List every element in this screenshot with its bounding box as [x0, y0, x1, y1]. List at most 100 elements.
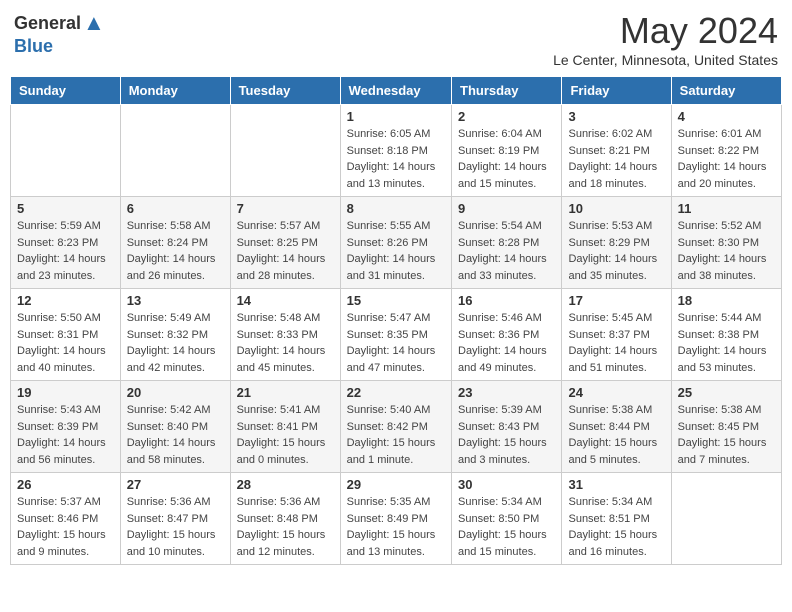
day-number: 29 [347, 477, 445, 492]
calendar-cell: 4Sunrise: 6:01 AM Sunset: 8:22 PM Daylig… [671, 105, 781, 197]
calendar-cell: 16 Sunrise: 5:46 AM Sunset: 8:36 PM Dayli… [452, 289, 562, 381]
day-info: Sunrise: 5:43 AM Sunset: 8:39 PM Dayligh… [17, 402, 114, 468]
day-number: 17 [568, 293, 664, 308]
calendar-cell: 29Sunrise: 5:35 AM Sunset: 8:49 PM Dayli… [340, 473, 451, 565]
day-number: 25 [678, 385, 775, 400]
day-number: 22 [347, 385, 445, 400]
day-info: Sunrise: 5:53 AM Sunset: 8:29 PM Dayligh… [568, 218, 664, 284]
day-info: Sunrise: 5:44 AM Sunset: 8:38 PM Dayligh… [678, 310, 775, 376]
day-info: Sunrise: 5:47 AM Sunset: 8:35 PM Dayligh… [347, 310, 445, 376]
day-info: Sunrise: 5:41 AM Sunset: 8:41 PM Dayligh… [237, 402, 334, 468]
day-number: 14 [237, 293, 334, 308]
calendar-week-row: 5 Sunrise: 5:59 AM Sunset: 8:23 PM Daylig… [11, 197, 782, 289]
calendar-cell: 21 Sunrise: 5:41 AM Sunset: 8:41 PM Dayli… [230, 381, 340, 473]
day-info: Sunrise: 5:34 AM Sunset: 8:50 PM Dayligh… [458, 494, 555, 560]
day-number: 15 [347, 293, 445, 308]
calendar-cell: 14 Sunrise: 5:48 AM Sunset: 8:33 PM Dayli… [230, 289, 340, 381]
day-number: 8 [347, 201, 445, 216]
day-info: Sunrise: 5:38 AM Sunset: 8:44 PM Dayligh… [568, 402, 664, 468]
calendar-cell: 27Sunrise: 5:36 AM Sunset: 8:47 PM Dayli… [120, 473, 230, 565]
day-of-week-header: Tuesday [230, 77, 340, 105]
calendar-cell: 17 Sunrise: 5:45 AM Sunset: 8:37 PM Dayli… [562, 289, 671, 381]
logo-general-text: General [14, 13, 81, 34]
day-number: 12 [17, 293, 114, 308]
day-info: Sunrise: 6:05 AM Sunset: 8:18 PM Dayligh… [347, 126, 445, 192]
calendar-cell: 10 Sunrise: 5:53 AM Sunset: 8:29 PM Dayli… [562, 197, 671, 289]
calendar-cell: 26 Sunrise: 5:37 AM Sunset: 8:46 PM Dayli… [11, 473, 121, 565]
day-number: 28 [237, 477, 334, 492]
day-info: Sunrise: 5:54 AM Sunset: 8:28 PM Dayligh… [458, 218, 555, 284]
day-number: 3 [568, 109, 664, 124]
calendar-cell: 8Sunrise: 5:55 AM Sunset: 8:26 PM Daylig… [340, 197, 451, 289]
day-number: 7 [237, 201, 334, 216]
calendar-cell: 9 Sunrise: 5:54 AM Sunset: 8:28 PM Daylig… [452, 197, 562, 289]
day-number: 6 [127, 201, 224, 216]
day-number: 31 [568, 477, 664, 492]
day-info: Sunrise: 5:49 AM Sunset: 8:32 PM Dayligh… [127, 310, 224, 376]
logo-bird-icon: ▲ [83, 10, 105, 36]
day-number: 16 [458, 293, 555, 308]
calendar-cell: 24 Sunrise: 5:38 AM Sunset: 8:44 PM Dayli… [562, 381, 671, 473]
day-info: Sunrise: 5:57 AM Sunset: 8:25 PM Dayligh… [237, 218, 334, 284]
calendar-cell: 15 Sunrise: 5:47 AM Sunset: 8:35 PM Dayli… [340, 289, 451, 381]
day-of-week-header: Thursday [452, 77, 562, 105]
calendar-week-row: 12 Sunrise: 5:50 AM Sunset: 8:31 PM Dayli… [11, 289, 782, 381]
day-number: 30 [458, 477, 555, 492]
day-info: Sunrise: 6:04 AM Sunset: 8:19 PM Dayligh… [458, 126, 555, 192]
calendar-cell: 19 Sunrise: 5:43 AM Sunset: 8:39 PM Dayli… [11, 381, 121, 473]
day-number: 21 [237, 385, 334, 400]
calendar-cell: 23 Sunrise: 5:39 AM Sunset: 8:43 PM Dayli… [452, 381, 562, 473]
calendar-cell: 22 Sunrise: 5:40 AM Sunset: 8:42 PM Dayli… [340, 381, 451, 473]
day-number: 9 [458, 201, 555, 216]
day-info: Sunrise: 5:50 AM Sunset: 8:31 PM Dayligh… [17, 310, 114, 376]
calendar-cell: 28Sunrise: 5:36 AM Sunset: 8:48 PM Dayli… [230, 473, 340, 565]
page-header: General ▲ Blue May 2024 Le Center, Minne… [10, 10, 782, 68]
calendar-cell: 3 Sunrise: 6:02 AM Sunset: 8:21 PM Daylig… [562, 105, 671, 197]
calendar-cell: 30 Sunrise: 5:34 AM Sunset: 8:50 PM Dayli… [452, 473, 562, 565]
day-number: 23 [458, 385, 555, 400]
day-of-week-header: Monday [120, 77, 230, 105]
day-info: Sunrise: 5:45 AM Sunset: 8:37 PM Dayligh… [568, 310, 664, 376]
day-number: 20 [127, 385, 224, 400]
day-info: Sunrise: 5:48 AM Sunset: 8:33 PM Dayligh… [237, 310, 334, 376]
calendar-week-row: 1Sunrise: 6:05 AM Sunset: 8:18 PM Daylig… [11, 105, 782, 197]
logo-blue-text: Blue [14, 36, 53, 57]
calendar-cell: 12 Sunrise: 5:50 AM Sunset: 8:31 PM Dayli… [11, 289, 121, 381]
day-of-week-header: Saturday [671, 77, 781, 105]
day-info: Sunrise: 5:46 AM Sunset: 8:36 PM Dayligh… [458, 310, 555, 376]
day-number: 2 [458, 109, 555, 124]
calendar-cell: 13 Sunrise: 5:49 AM Sunset: 8:32 PM Dayli… [120, 289, 230, 381]
day-info: Sunrise: 5:36 AM Sunset: 8:47 PM Dayligh… [127, 494, 224, 560]
day-info: Sunrise: 5:38 AM Sunset: 8:45 PM Dayligh… [678, 402, 775, 468]
location-text: Le Center, Minnesota, United States [553, 52, 778, 68]
calendar-cell: 25 Sunrise: 5:38 AM Sunset: 8:45 PM Dayli… [671, 381, 781, 473]
day-number: 10 [568, 201, 664, 216]
calendar-cell: 31 Sunrise: 5:34 AM Sunset: 8:51 PM Dayli… [562, 473, 671, 565]
day-info: Sunrise: 5:39 AM Sunset: 8:43 PM Dayligh… [458, 402, 555, 468]
day-info: Sunrise: 5:59 AM Sunset: 8:23 PM Dayligh… [17, 218, 114, 284]
day-info: Sunrise: 5:34 AM Sunset: 8:51 PM Dayligh… [568, 494, 664, 560]
day-number: 19 [17, 385, 114, 400]
calendar-cell: 1Sunrise: 6:05 AM Sunset: 8:18 PM Daylig… [340, 105, 451, 197]
day-number: 13 [127, 293, 224, 308]
day-info: Sunrise: 6:02 AM Sunset: 8:21 PM Dayligh… [568, 126, 664, 192]
day-number: 11 [678, 201, 775, 216]
calendar-header-row: SundayMondayTuesdayWednesdayThursdayFrid… [11, 77, 782, 105]
calendar-cell [120, 105, 230, 197]
day-info: Sunrise: 5:40 AM Sunset: 8:42 PM Dayligh… [347, 402, 445, 468]
day-info: Sunrise: 5:42 AM Sunset: 8:40 PM Dayligh… [127, 402, 224, 468]
day-number: 26 [17, 477, 114, 492]
day-of-week-header: Sunday [11, 77, 121, 105]
calendar-cell: 20 Sunrise: 5:42 AM Sunset: 8:40 PM Dayli… [120, 381, 230, 473]
day-number: 24 [568, 385, 664, 400]
calendar-cell: 7 Sunrise: 5:57 AM Sunset: 8:25 PM Daylig… [230, 197, 340, 289]
calendar-week-row: 26 Sunrise: 5:37 AM Sunset: 8:46 PM Dayli… [11, 473, 782, 565]
day-number: 5 [17, 201, 114, 216]
day-info: Sunrise: 5:52 AM Sunset: 8:30 PM Dayligh… [678, 218, 775, 284]
day-number: 18 [678, 293, 775, 308]
calendar-cell: 11 Sunrise: 5:52 AM Sunset: 8:30 PM Dayli… [671, 197, 781, 289]
day-number: 4 [678, 109, 775, 124]
calendar-cell [230, 105, 340, 197]
calendar-week-row: 19 Sunrise: 5:43 AM Sunset: 8:39 PM Dayli… [11, 381, 782, 473]
day-info: Sunrise: 5:37 AM Sunset: 8:46 PM Dayligh… [17, 494, 114, 560]
